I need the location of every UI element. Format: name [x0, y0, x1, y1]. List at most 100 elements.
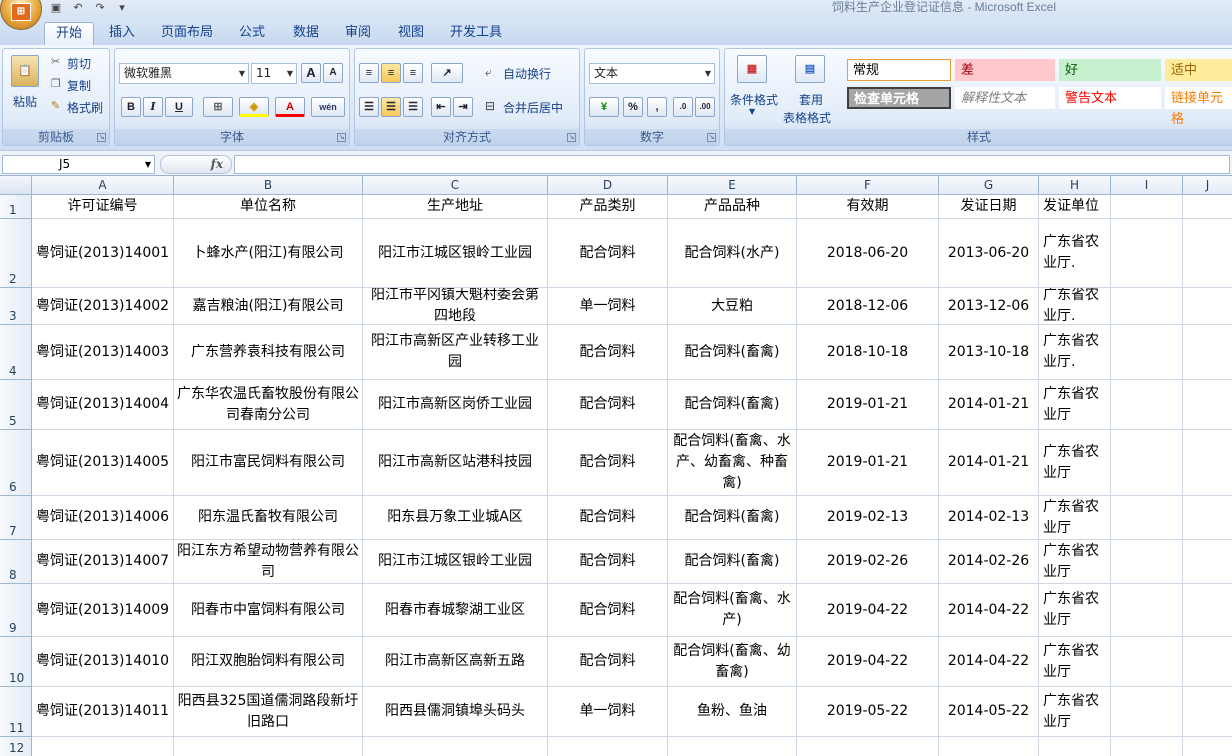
table-cell[interactable]: 配合饲料 — [548, 584, 668, 637]
table-cell[interactable]: 粤饲证(2013)14009 — [32, 584, 174, 637]
row-header[interactable]: 7 — [0, 496, 32, 540]
table-cell[interactable] — [1111, 584, 1183, 637]
table-cell[interactable]: 配合饲料(畜禽、幼畜禽) — [668, 637, 797, 687]
increase-decimal-icon[interactable]: .0 — [673, 97, 693, 117]
table-cell[interactable]: 广东华农温氏畜牧股份有限公司春南分公司 — [174, 380, 363, 430]
table-cell[interactable] — [1111, 637, 1183, 687]
header-cell[interactable] — [1111, 195, 1183, 219]
table-cell[interactable]: 配合饲料 — [548, 219, 668, 288]
table-cell[interactable] — [1183, 288, 1232, 325]
select-all-corner[interactable] — [0, 176, 32, 195]
table-cell[interactable] — [1111, 496, 1183, 540]
row-header[interactable]: 8 — [0, 540, 32, 584]
row-header[interactable]: 11 — [0, 687, 32, 737]
column-header-h[interactable]: H — [1039, 176, 1111, 195]
table-cell[interactable] — [1183, 380, 1232, 430]
column-header-f[interactable]: F — [797, 176, 939, 195]
table-cell[interactable]: 配合饲料(畜禽) — [668, 325, 797, 380]
table-cell[interactable]: 配合饲料 — [548, 540, 668, 584]
paste-icon[interactable]: 📋 — [11, 55, 39, 87]
table-cell[interactable]: 2019-04-22 — [797, 637, 939, 687]
underline-button[interactable]: U — [165, 97, 193, 117]
shrink-font-button[interactable]: A — [323, 63, 343, 83]
table-cell[interactable] — [1111, 430, 1183, 496]
tab-review[interactable]: 审阅 — [336, 22, 380, 45]
style-neutral[interactable]: 适中 — [1165, 59, 1232, 81]
style-explanatory[interactable]: 解释性文本 — [955, 87, 1055, 109]
table-cell[interactable]: 阳江市高新区岗侨工业园 — [363, 380, 548, 430]
align-middle-icon[interactable]: ≡ — [381, 63, 401, 83]
table-cell[interactable]: 2013-12-06 — [939, 288, 1039, 325]
table-cell[interactable]: 广东省农业厅 — [1039, 687, 1111, 737]
table-cell[interactable]: 配合饲料 — [548, 325, 668, 380]
table-cell[interactable]: 粤饲证(2013)14004 — [32, 380, 174, 430]
table-cell[interactable]: 粤饲证(2013)14006 — [32, 496, 174, 540]
table-cell[interactable]: 2018-10-18 — [797, 325, 939, 380]
table-cell[interactable]: 阳春市春城黎湖工业区 — [363, 584, 548, 637]
table-cell[interactable]: 阳江双胞胎饲料有限公司 — [174, 637, 363, 687]
table-cell[interactable]: 2014-02-13 — [939, 496, 1039, 540]
header-cell[interactable]: 单位名称 — [174, 195, 363, 219]
table-cell[interactable]: 配合饲料 — [548, 496, 668, 540]
table-cell[interactable]: 单一饲料 — [548, 288, 668, 325]
column-header-b[interactable]: B — [174, 176, 363, 195]
header-cell[interactable]: 发证单位 — [1039, 195, 1111, 219]
table-cell[interactable]: 2019-04-22 — [797, 584, 939, 637]
table-cell[interactable]: 大豆粕 — [668, 288, 797, 325]
table-cell[interactable] — [174, 737, 363, 756]
orientation-icon[interactable]: ↗ — [431, 63, 463, 83]
row-header[interactable]: 2 — [0, 219, 32, 288]
decrease-indent-icon[interactable]: ⇤ — [431, 97, 451, 117]
table-cell[interactable]: 阳江市高新区站港科技园 — [363, 430, 548, 496]
row-header[interactable]: 5 — [0, 380, 32, 430]
table-cell[interactable]: 粤饲证(2013)14001 — [32, 219, 174, 288]
tab-page-layout[interactable]: 页面布局 — [154, 22, 220, 45]
column-header-c[interactable]: C — [363, 176, 548, 195]
table-cell[interactable]: 广东省农业厅 — [1039, 496, 1111, 540]
dialog-launcher-icon[interactable]: ↘ — [97, 133, 106, 142]
table-cell[interactable] — [363, 737, 548, 756]
table-cell[interactable]: 广东省农业厅 — [1039, 584, 1111, 637]
table-cell[interactable] — [668, 737, 797, 756]
save-icon[interactable]: ▣ — [48, 1, 64, 15]
table-cell[interactable]: 阳江市高新区高新五路 — [363, 637, 548, 687]
style-bad[interactable]: 差 — [955, 59, 1055, 81]
tab-insert[interactable]: 插入 — [100, 22, 144, 45]
table-cell[interactable]: 2018-06-20 — [797, 219, 939, 288]
merge-center-button[interactable]: 合并后居中 — [503, 99, 563, 116]
table-cell[interactable] — [797, 737, 939, 756]
table-cell[interactable]: 广东省农业厅. — [1039, 325, 1111, 380]
tab-data[interactable]: 数据 — [284, 22, 328, 45]
table-cell[interactable]: 配合饲料(畜禽) — [668, 540, 797, 584]
table-cell[interactable]: 阳江市富民饲料有限公司 — [174, 430, 363, 496]
table-cell[interactable]: 广东省农业厅 — [1039, 430, 1111, 496]
paste-button[interactable]: 粘贴 — [13, 93, 37, 110]
table-cell[interactable] — [32, 737, 174, 756]
table-cell[interactable]: 配合饲料(畜禽) — [668, 380, 797, 430]
grow-font-button[interactable]: A — [301, 63, 321, 83]
style-check-cell[interactable]: 检查单元格 — [847, 87, 951, 109]
style-linked[interactable]: 链接单元格 — [1165, 87, 1232, 127]
table-cell[interactable]: 2019-05-22 — [797, 687, 939, 737]
wrap-text-button[interactable]: 自动换行 — [503, 65, 551, 82]
fill-color-icon[interactable]: ◈ — [239, 97, 269, 117]
table-cell[interactable]: 2019-01-21 — [797, 430, 939, 496]
header-cell[interactable]: 有效期 — [797, 195, 939, 219]
table-cell[interactable]: 粤饲证(2013)14002 — [32, 288, 174, 325]
table-cell[interactable]: 2019-02-26 — [797, 540, 939, 584]
table-cell[interactable]: 粤饲证(2013)14003 — [32, 325, 174, 380]
table-cell[interactable] — [548, 737, 668, 756]
currency-icon[interactable]: ¥ — [589, 97, 619, 117]
align-right-icon[interactable]: ☰ — [403, 97, 423, 117]
table-cell[interactable] — [1183, 325, 1232, 380]
row-header[interactable]: 12 — [0, 737, 32, 756]
table-cell[interactable]: 2019-01-21 — [797, 380, 939, 430]
table-cell[interactable]: 2019-02-13 — [797, 496, 939, 540]
column-header-j[interactable]: J — [1183, 176, 1232, 195]
table-cell[interactable] — [1111, 288, 1183, 325]
align-center-icon[interactable]: ☰ — [381, 97, 401, 117]
header-cell[interactable]: 产品品种 — [668, 195, 797, 219]
table-cell[interactable] — [1111, 219, 1183, 288]
font-color-button[interactable]: A — [275, 97, 305, 117]
table-cell[interactable] — [1183, 737, 1232, 756]
